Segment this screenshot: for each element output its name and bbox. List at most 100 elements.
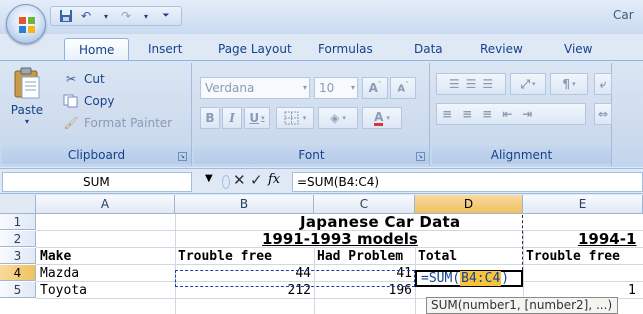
cell-b4[interactable]: 44 xyxy=(175,266,314,282)
column-d-dashed-border xyxy=(522,215,523,270)
copy-icon xyxy=(62,93,80,109)
cell-a4[interactable]: Mazda xyxy=(40,266,174,282)
underline-button[interactable]: U ▾ xyxy=(244,107,270,129)
customize-qat-icon[interactable]: ⏷ xyxy=(157,8,175,24)
enter-icon[interactable]: ✓ xyxy=(250,171,263,189)
title-bar: ↶ ▾ ↷ ▾ ⏷ Car xyxy=(0,0,643,34)
grow-font-button[interactable]: Aˆ xyxy=(362,77,388,99)
row-header-3[interactable]: 3 xyxy=(0,248,36,264)
cell-c5[interactable]: 196 xyxy=(314,283,415,299)
font-size-dropdown-icon: ▾ xyxy=(350,83,355,92)
cell-d3[interactable]: Total xyxy=(418,249,522,265)
row-header-1[interactable]: 1 xyxy=(0,214,36,230)
clipboard-launcher-icon[interactable]: ↘ xyxy=(178,152,187,161)
tab-page-layout[interactable]: Page Layout xyxy=(218,38,292,60)
excel-window: ↶ ▾ ↷ ▾ ⏷ Car Home Insert Page Layout Fo… xyxy=(0,0,643,314)
fill-color-button[interactable]: ◈ ▾ xyxy=(318,107,358,129)
format-painter-button[interactable]: 🖌 Format Painter xyxy=(62,115,172,131)
vertical-align-buttons[interactable]: ☰ ☰ ☰ xyxy=(436,73,506,95)
tab-home[interactable]: Home xyxy=(64,38,130,60)
select-all-corner[interactable] xyxy=(0,195,36,214)
font-size-value: 10 xyxy=(319,81,335,95)
redo-dropdown-icon[interactable]: ▾ xyxy=(137,8,155,24)
range-reference: B4:C4 xyxy=(460,271,502,286)
column-header-b[interactable]: B xyxy=(175,195,314,214)
tab-view[interactable]: View xyxy=(564,38,592,60)
redo-icon[interactable]: ↷ xyxy=(117,8,135,24)
copy-label: Copy xyxy=(84,94,115,108)
copy-button[interactable]: Copy xyxy=(62,93,114,109)
increase-indent-icon: ⇥ xyxy=(522,107,533,121)
wrap-text-icon: ⤶ xyxy=(599,76,607,91)
cell-e3[interactable]: Trouble free xyxy=(526,249,643,265)
horizontal-align-buttons[interactable]: ≡ ≡ ≡ ⇤ ⇥ xyxy=(436,103,586,125)
cancel-icon[interactable]: ✕ xyxy=(233,171,246,189)
bold-icon: B xyxy=(205,111,215,125)
shrink-font-button[interactable]: Aˇ xyxy=(390,77,416,99)
tab-insert[interactable]: Insert xyxy=(148,38,182,60)
undo-dropdown-icon[interactable]: ▾ xyxy=(97,8,115,24)
wrap-text-button[interactable]: ⤶ xyxy=(594,73,612,95)
orientation-button[interactable]: ⤢ ▾ xyxy=(510,73,546,95)
window-title: Car xyxy=(613,8,634,22)
row-header-2[interactable]: 2 xyxy=(0,231,36,247)
cell-a5[interactable]: Toyota xyxy=(40,283,174,299)
paste-label: Paste xyxy=(10,103,44,117)
merge-center-button[interactable]: ⇔ xyxy=(594,103,612,125)
align-top-icon: ☰ xyxy=(448,77,460,91)
column-header-c[interactable]: C xyxy=(314,195,415,214)
underline-icon: U xyxy=(249,111,260,125)
text-direction-icon: ¶ xyxy=(562,77,571,91)
text-direction-button[interactable]: ¶ ▾ xyxy=(550,73,588,95)
scissors-icon: ✂ xyxy=(65,72,77,86)
bold-button[interactable]: B xyxy=(200,107,220,129)
font-color-icon: A xyxy=(374,109,384,126)
align-right-icon: ≡ xyxy=(482,107,493,121)
cell-a3[interactable]: Make xyxy=(40,249,174,265)
row-header-5[interactable]: 5 xyxy=(0,282,36,298)
insert-function-icon[interactable]: fx xyxy=(268,172,280,187)
save-icon[interactable] xyxy=(57,8,75,24)
name-box[interactable]: SUM xyxy=(2,172,192,192)
align-center-icon: ≡ xyxy=(462,107,473,121)
orientation-icon: ⤢ xyxy=(520,76,531,91)
column-header-d[interactable]: D xyxy=(415,195,523,214)
ribbon: Paste ▾ ✂ Cut Copy 🖌 Format Painter Clip… xyxy=(0,60,643,167)
active-cell-d4[interactable]: =SUM(B4:C4) xyxy=(415,270,523,287)
borders-button[interactable]: ▾ xyxy=(276,107,314,129)
formula-suffix: ) xyxy=(501,271,510,286)
cell-c3[interactable]: Had Problem xyxy=(317,249,415,265)
cell-b5[interactable]: 212 xyxy=(175,283,314,299)
office-button[interactable] xyxy=(6,4,46,44)
font-name-dropdown-icon: ▾ xyxy=(302,83,307,92)
font-group-label: Font xyxy=(194,146,429,164)
font-name-combo[interactable]: Verdana ▾ xyxy=(200,77,310,99)
italic-button[interactable]: I xyxy=(222,107,242,129)
italic-icon: I xyxy=(229,111,235,125)
tab-data[interactable]: Data xyxy=(414,38,443,60)
column-header-a[interactable]: A xyxy=(36,195,175,214)
row-header-4[interactable]: 4 xyxy=(0,265,36,281)
font-color-button[interactable]: A ▾ xyxy=(362,107,402,129)
cell-b3[interactable]: Trouble free xyxy=(178,249,314,265)
undo-icon[interactable]: ↶ xyxy=(77,8,95,24)
function-tooltip: SUM(number1, [number2], ...) xyxy=(426,297,618,314)
tab-formulas[interactable]: Formulas xyxy=(318,38,373,60)
font-launcher-icon[interactable]: ↘ xyxy=(416,152,425,161)
cut-button[interactable]: ✂ Cut xyxy=(62,71,105,87)
formula-input[interactable]: =SUM(B4:C4) xyxy=(292,172,643,192)
align-left-icon: ≡ xyxy=(442,107,453,121)
tab-review[interactable]: Review xyxy=(480,38,523,60)
cell-f5[interactable]: 1 xyxy=(628,283,643,299)
formula-bar: SUM ▼ ✕ ✓ fx =SUM(B4:C4) xyxy=(0,168,643,194)
font-size-combo[interactable]: 10 ▾ xyxy=(314,77,358,99)
align-middle-icon: ☰ xyxy=(465,77,477,91)
format-painter-label: Format Painter xyxy=(84,116,173,130)
clipboard-group-label: Clipboard xyxy=(2,146,191,164)
cell-c4[interactable]: 41 xyxy=(314,266,415,282)
merge-center-icon: ⇔ xyxy=(597,107,609,121)
font-group: Verdana ▾ 10 ▾ Aˆ Aˇ B I U ▾ ▾ ◈ ▾ A ▾ F… xyxy=(194,63,430,166)
paste-button[interactable]: Paste ▾ xyxy=(6,67,48,145)
column-header-e[interactable]: E xyxy=(523,195,643,214)
name-box-dropdown-icon[interactable]: ▼ xyxy=(205,173,213,184)
